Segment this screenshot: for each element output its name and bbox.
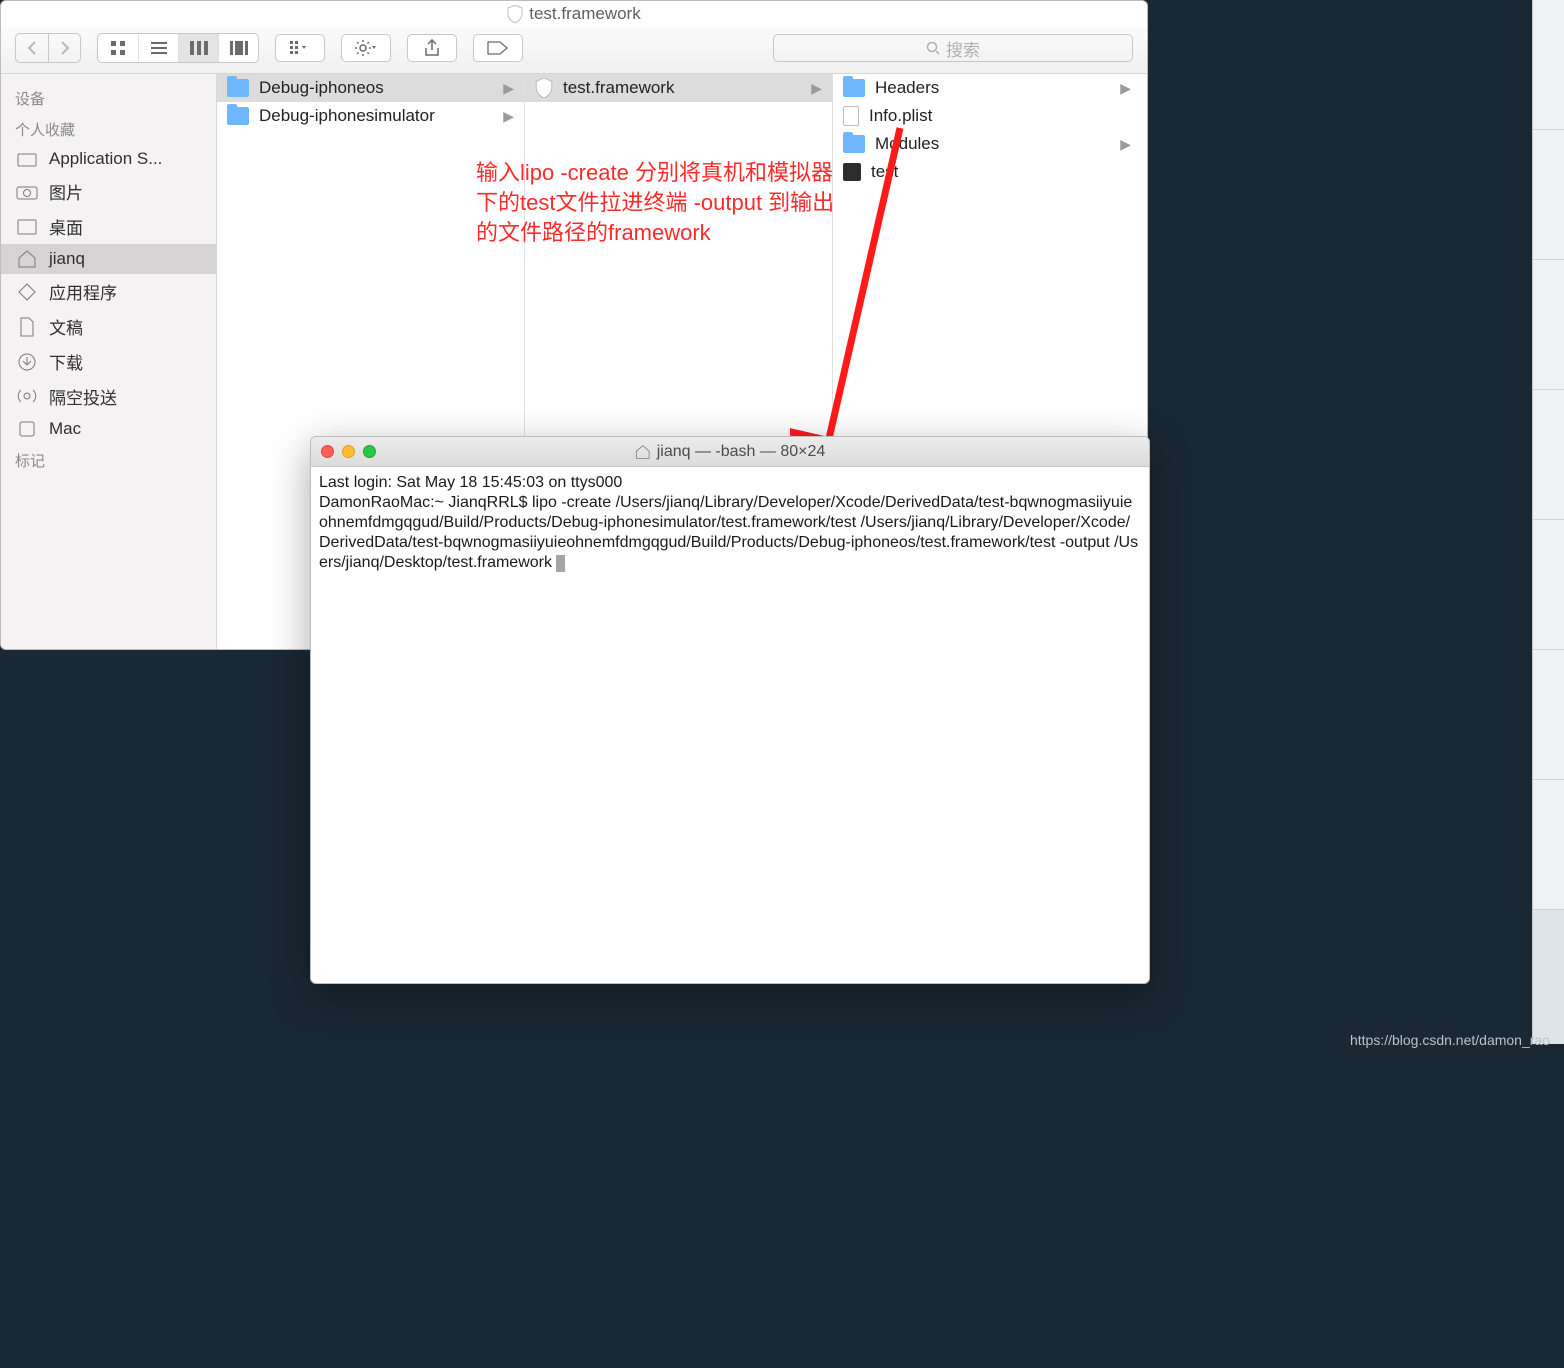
tags-button[interactable] — [473, 34, 523, 62]
column-view-button[interactable] — [178, 34, 218, 62]
home-icon — [15, 249, 39, 269]
folder-icon — [227, 107, 249, 125]
folder-icon — [227, 79, 249, 97]
airdrop-icon — [15, 387, 39, 407]
framework-icon — [507, 5, 523, 23]
arrange-icon — [290, 41, 310, 55]
list-item[interactable]: Modules▶ — [833, 130, 1141, 158]
list-view-button[interactable] — [138, 34, 178, 62]
gear-icon — [355, 40, 377, 56]
folder-icon — [843, 135, 865, 153]
folder-icon — [15, 149, 39, 169]
back-button[interactable] — [16, 34, 48, 62]
chevron-right-icon — [60, 40, 70, 56]
finder-sidebar: 设备 个人收藏 Application S... 图片 桌面 jianq 应用程… — [1, 74, 217, 650]
zoom-button[interactable] — [363, 445, 376, 458]
list-item[interactable]: Debug-iphoneos▶ — [217, 74, 524, 102]
chevron-right-icon: ▶ — [503, 80, 514, 97]
sidebar-item-apps[interactable]: 应用程序 — [1, 274, 216, 309]
sidebar-item-home[interactable]: jianq — [1, 244, 216, 274]
icon-view-button[interactable] — [98, 34, 138, 62]
desktop-icon — [15, 217, 39, 237]
sidebar-item-mac[interactable]: Mac — [1, 414, 216, 444]
sidebar-item-desktop[interactable]: 桌面 — [1, 209, 216, 244]
file-icon — [843, 106, 859, 126]
document-icon — [15, 317, 39, 337]
gallery-view-button[interactable] — [218, 34, 258, 62]
chevron-right-icon: ▶ — [503, 108, 514, 125]
tag-icon — [487, 41, 509, 55]
list-item[interactable]: test.framework▶ — [525, 74, 832, 102]
share-button[interactable] — [407, 34, 457, 62]
columns-icon — [190, 41, 208, 55]
sidebar-item-downloads[interactable]: 下载 — [1, 344, 216, 379]
traffic-lights — [321, 445, 376, 458]
home-icon — [635, 444, 651, 460]
watermark: https://blog.csdn.net/damon_rao — [1350, 1032, 1550, 1048]
view-mode-group — [97, 33, 259, 63]
sidebar-item-airdrop[interactable]: 隔空投送 — [1, 379, 216, 414]
sidebar-item-applications[interactable]: Application S... — [1, 144, 216, 174]
list-item[interactable]: Debug-iphonesimulator▶ — [217, 102, 524, 130]
finder-toolbar: 搜索 — [1, 27, 1147, 74]
minimize-button[interactable] — [342, 445, 355, 458]
sidebar-item-pictures[interactable]: 图片 — [1, 174, 216, 209]
chevron-right-icon: ▶ — [811, 80, 822, 97]
sidebar-section-tags: 标记 — [1, 444, 216, 475]
list-item[interactable]: Headers▶ — [833, 74, 1141, 102]
list-item[interactable]: test — [833, 158, 1141, 186]
annotation-text: 输入lipo -create 分别将真机和模拟器下的test文件拉进终端 -ou… — [476, 158, 846, 248]
sidebar-item-documents[interactable]: 文稿 — [1, 309, 216, 344]
terminal-title: jianq — -bash — 80×24 — [635, 443, 826, 461]
search-icon — [926, 41, 940, 55]
chevron-right-icon: ▶ — [1120, 80, 1131, 97]
chevron-left-icon — [27, 40, 37, 56]
terminal-titlebar: jianq — -bash — 80×24 — [311, 437, 1149, 467]
terminal-window: jianq — -bash — 80×24 Last login: Sat Ma… — [310, 436, 1150, 984]
arrange-button[interactable] — [275, 34, 325, 62]
gallery-icon — [230, 41, 248, 55]
search-input[interactable]: 搜索 — [773, 34, 1133, 62]
grid-icon — [110, 40, 126, 56]
action-button[interactable] — [341, 34, 391, 62]
nav-buttons — [15, 33, 81, 63]
disk-icon — [15, 419, 39, 439]
download-icon — [15, 352, 39, 372]
camera-icon — [15, 182, 39, 202]
list-icon — [151, 41, 167, 55]
finder-title: test.framework — [1, 1, 1147, 27]
sidebar-section-favorites: 个人收藏 — [1, 113, 216, 144]
chevron-right-icon: ▶ — [1120, 136, 1131, 153]
folder-icon — [843, 79, 865, 97]
cursor — [556, 555, 565, 572]
sidebar-section-devices: 设备 — [1, 82, 216, 113]
close-button[interactable] — [321, 445, 334, 458]
list-item[interactable]: Info.plist — [833, 102, 1141, 130]
right-panel — [1532, 0, 1564, 1044]
apps-icon — [15, 282, 39, 302]
framework-icon — [535, 78, 553, 98]
share-icon — [424, 39, 440, 57]
forward-button[interactable] — [48, 34, 80, 62]
terminal-body[interactable]: Last login: Sat May 18 15:45:03 on ttys0… — [311, 467, 1149, 579]
